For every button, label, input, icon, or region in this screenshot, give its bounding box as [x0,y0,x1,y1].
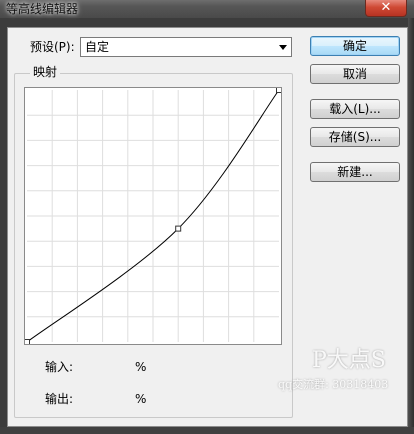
window-frame-bottom [0,427,414,434]
mapping-legend: 映射 [30,65,61,79]
watermark-logo: P大点S [312,348,386,373]
curve-control-point[interactable] [276,88,282,93]
output-unit: % [135,392,147,406]
title-bar[interactable]: 等高线编辑器 ✕ [0,0,414,18]
curve-control-point[interactable] [25,339,30,345]
curve-control-point[interactable] [175,225,182,232]
ok-button[interactable]: 确定 [310,36,400,56]
preset-label: 预设(P): [30,40,75,54]
close-button[interactable]: ✕ [365,0,407,17]
cancel-button[interactable]: 取消 [310,64,400,84]
preset-dropdown[interactable]: 自定 [80,37,292,57]
window-frame-right [408,18,414,434]
chevron-down-icon[interactable] [279,45,287,50]
load-button[interactable]: 载入(L)... [310,99,400,119]
curve-canvas[interactable] [25,88,281,344]
output-label: 输出: [45,392,74,406]
save-button[interactable]: 存储(S)... [310,127,400,147]
curve-graph[interactable] [24,87,282,345]
window-title: 等高线编辑器 [6,2,79,16]
curve-editor-window: 等高线编辑器 ✕ 预设(P): 自定 映射 输入: % 输出: % 确定 取消 … [0,0,414,434]
new-button[interactable]: 新建... [310,162,400,182]
watermark-caption: qq交流群: 30318403 [278,378,389,391]
preset-selected-value: 自定 [85,40,110,54]
close-icon: ✕ [380,0,392,15]
input-unit: % [135,360,147,374]
input-label: 输入: [45,360,74,374]
